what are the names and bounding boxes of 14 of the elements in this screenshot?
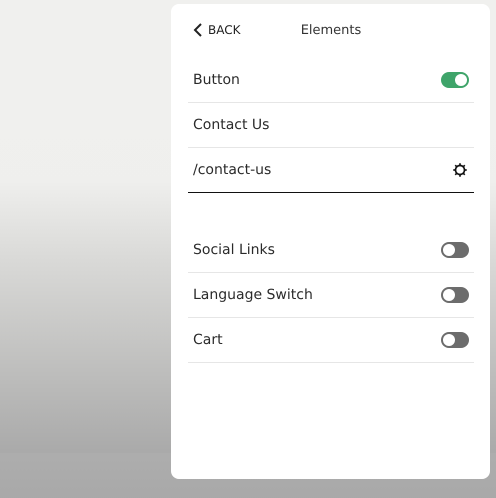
row-label: Language Switch	[193, 287, 313, 303]
link-field[interactable]: /contact-us	[193, 162, 272, 178]
back-button[interactable]: BACK	[193, 23, 240, 37]
toggle-switch[interactable]	[441, 72, 469, 88]
row-label: Social Links	[193, 242, 275, 258]
row-label: Cart	[193, 332, 223, 348]
toggle-switch[interactable]	[441, 242, 469, 258]
settings-icon[interactable]	[451, 161, 469, 179]
toggle-switch[interactable]	[441, 287, 469, 303]
button-text-field[interactable]: Contact Us	[193, 117, 270, 133]
toggle-switch[interactable]	[441, 332, 469, 348]
panel-title: Elements	[300, 23, 362, 38]
chevron-left-icon	[193, 23, 203, 37]
row-label: Button	[193, 72, 240, 88]
